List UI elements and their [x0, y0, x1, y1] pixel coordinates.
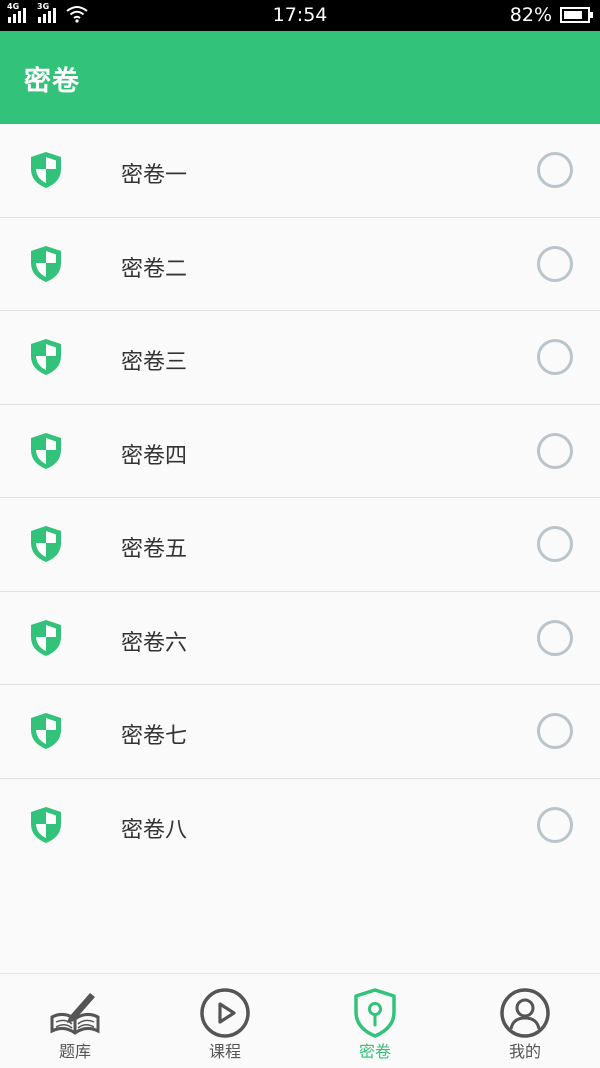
paper-list-item[interactable]: 密卷二 [0, 217, 600, 311]
select-radio[interactable] [537, 619, 573, 656]
shield-icon [31, 432, 61, 469]
select-radio[interactable] [537, 152, 573, 188]
paper-label: 密卷六 [121, 630, 188, 656]
tab-label: 密卷 [358, 1042, 391, 1061]
bottom-tab-bar: 题库 课程 密卷 我的 [0, 973, 600, 1067]
battery-fill [564, 11, 583, 19]
paper-label: 密卷四 [121, 443, 188, 469]
paper-list-item[interactable]: 密卷三 [0, 311, 600, 405]
shield-icon [31, 339, 61, 375]
shield-icon [31, 152, 61, 188]
paper-list-item[interactable]: 密卷一 [0, 124, 600, 218]
select-radio[interactable] [537, 339, 573, 375]
select-radio[interactable] [537, 806, 573, 843]
page-title: 密卷 [24, 66, 80, 97]
tab-secret-papers[interactable]: 密卷 [300, 974, 450, 1068]
shield-icon [31, 245, 61, 282]
tab-label: 课程 [208, 1042, 241, 1061]
shield-icon [31, 526, 61, 562]
paper-list-item[interactable]: 密卷四 [0, 404, 600, 498]
shield-icon [31, 713, 61, 749]
battery-percent: 82% [509, 4, 552, 26]
user-circle-icon [500, 988, 550, 1038]
shield-icon [31, 806, 61, 843]
paper-label: 密卷五 [121, 537, 188, 562]
paper-list-item[interactable]: 密卷八 [0, 778, 600, 872]
select-radio[interactable] [537, 245, 573, 282]
paper-list: 密卷一密卷二密卷三密卷四密卷五密卷六密卷七密卷八 [0, 124, 600, 872]
battery-indicator: 82% [509, 4, 593, 26]
select-radio[interactable] [537, 432, 573, 469]
shield-key-icon [354, 988, 396, 1038]
select-radio[interactable] [537, 713, 573, 749]
play-circle-icon [200, 988, 250, 1038]
paper-label: 密卷三 [121, 350, 188, 375]
tab-profile[interactable]: 我的 [450, 974, 600, 1068]
select-radio[interactable] [537, 526, 573, 562]
paper-list-item[interactable]: 密卷五 [0, 498, 600, 592]
paper-list-item[interactable]: 密卷七 [0, 685, 600, 779]
tab-question-bank[interactable]: 题库 [0, 974, 150, 1068]
tab-courses[interactable]: 课程 [150, 974, 300, 1068]
tab-label: 题库 [58, 1042, 91, 1061]
battery-icon [560, 7, 593, 23]
app-bar: 密卷 [0, 31, 600, 124]
status-bar: 4G 3G 17:54 82% [0, 0, 600, 31]
paper-label: 密卷一 [121, 163, 188, 188]
shield-icon [31, 619, 61, 656]
book-pen-icon [50, 993, 100, 1035]
paper-label: 密卷八 [121, 817, 188, 843]
paper-list-item[interactable]: 密卷六 [0, 591, 600, 685]
tab-label: 我的 [508, 1042, 541, 1061]
paper-label: 密卷二 [121, 256, 188, 282]
paper-label: 密卷七 [121, 724, 188, 749]
